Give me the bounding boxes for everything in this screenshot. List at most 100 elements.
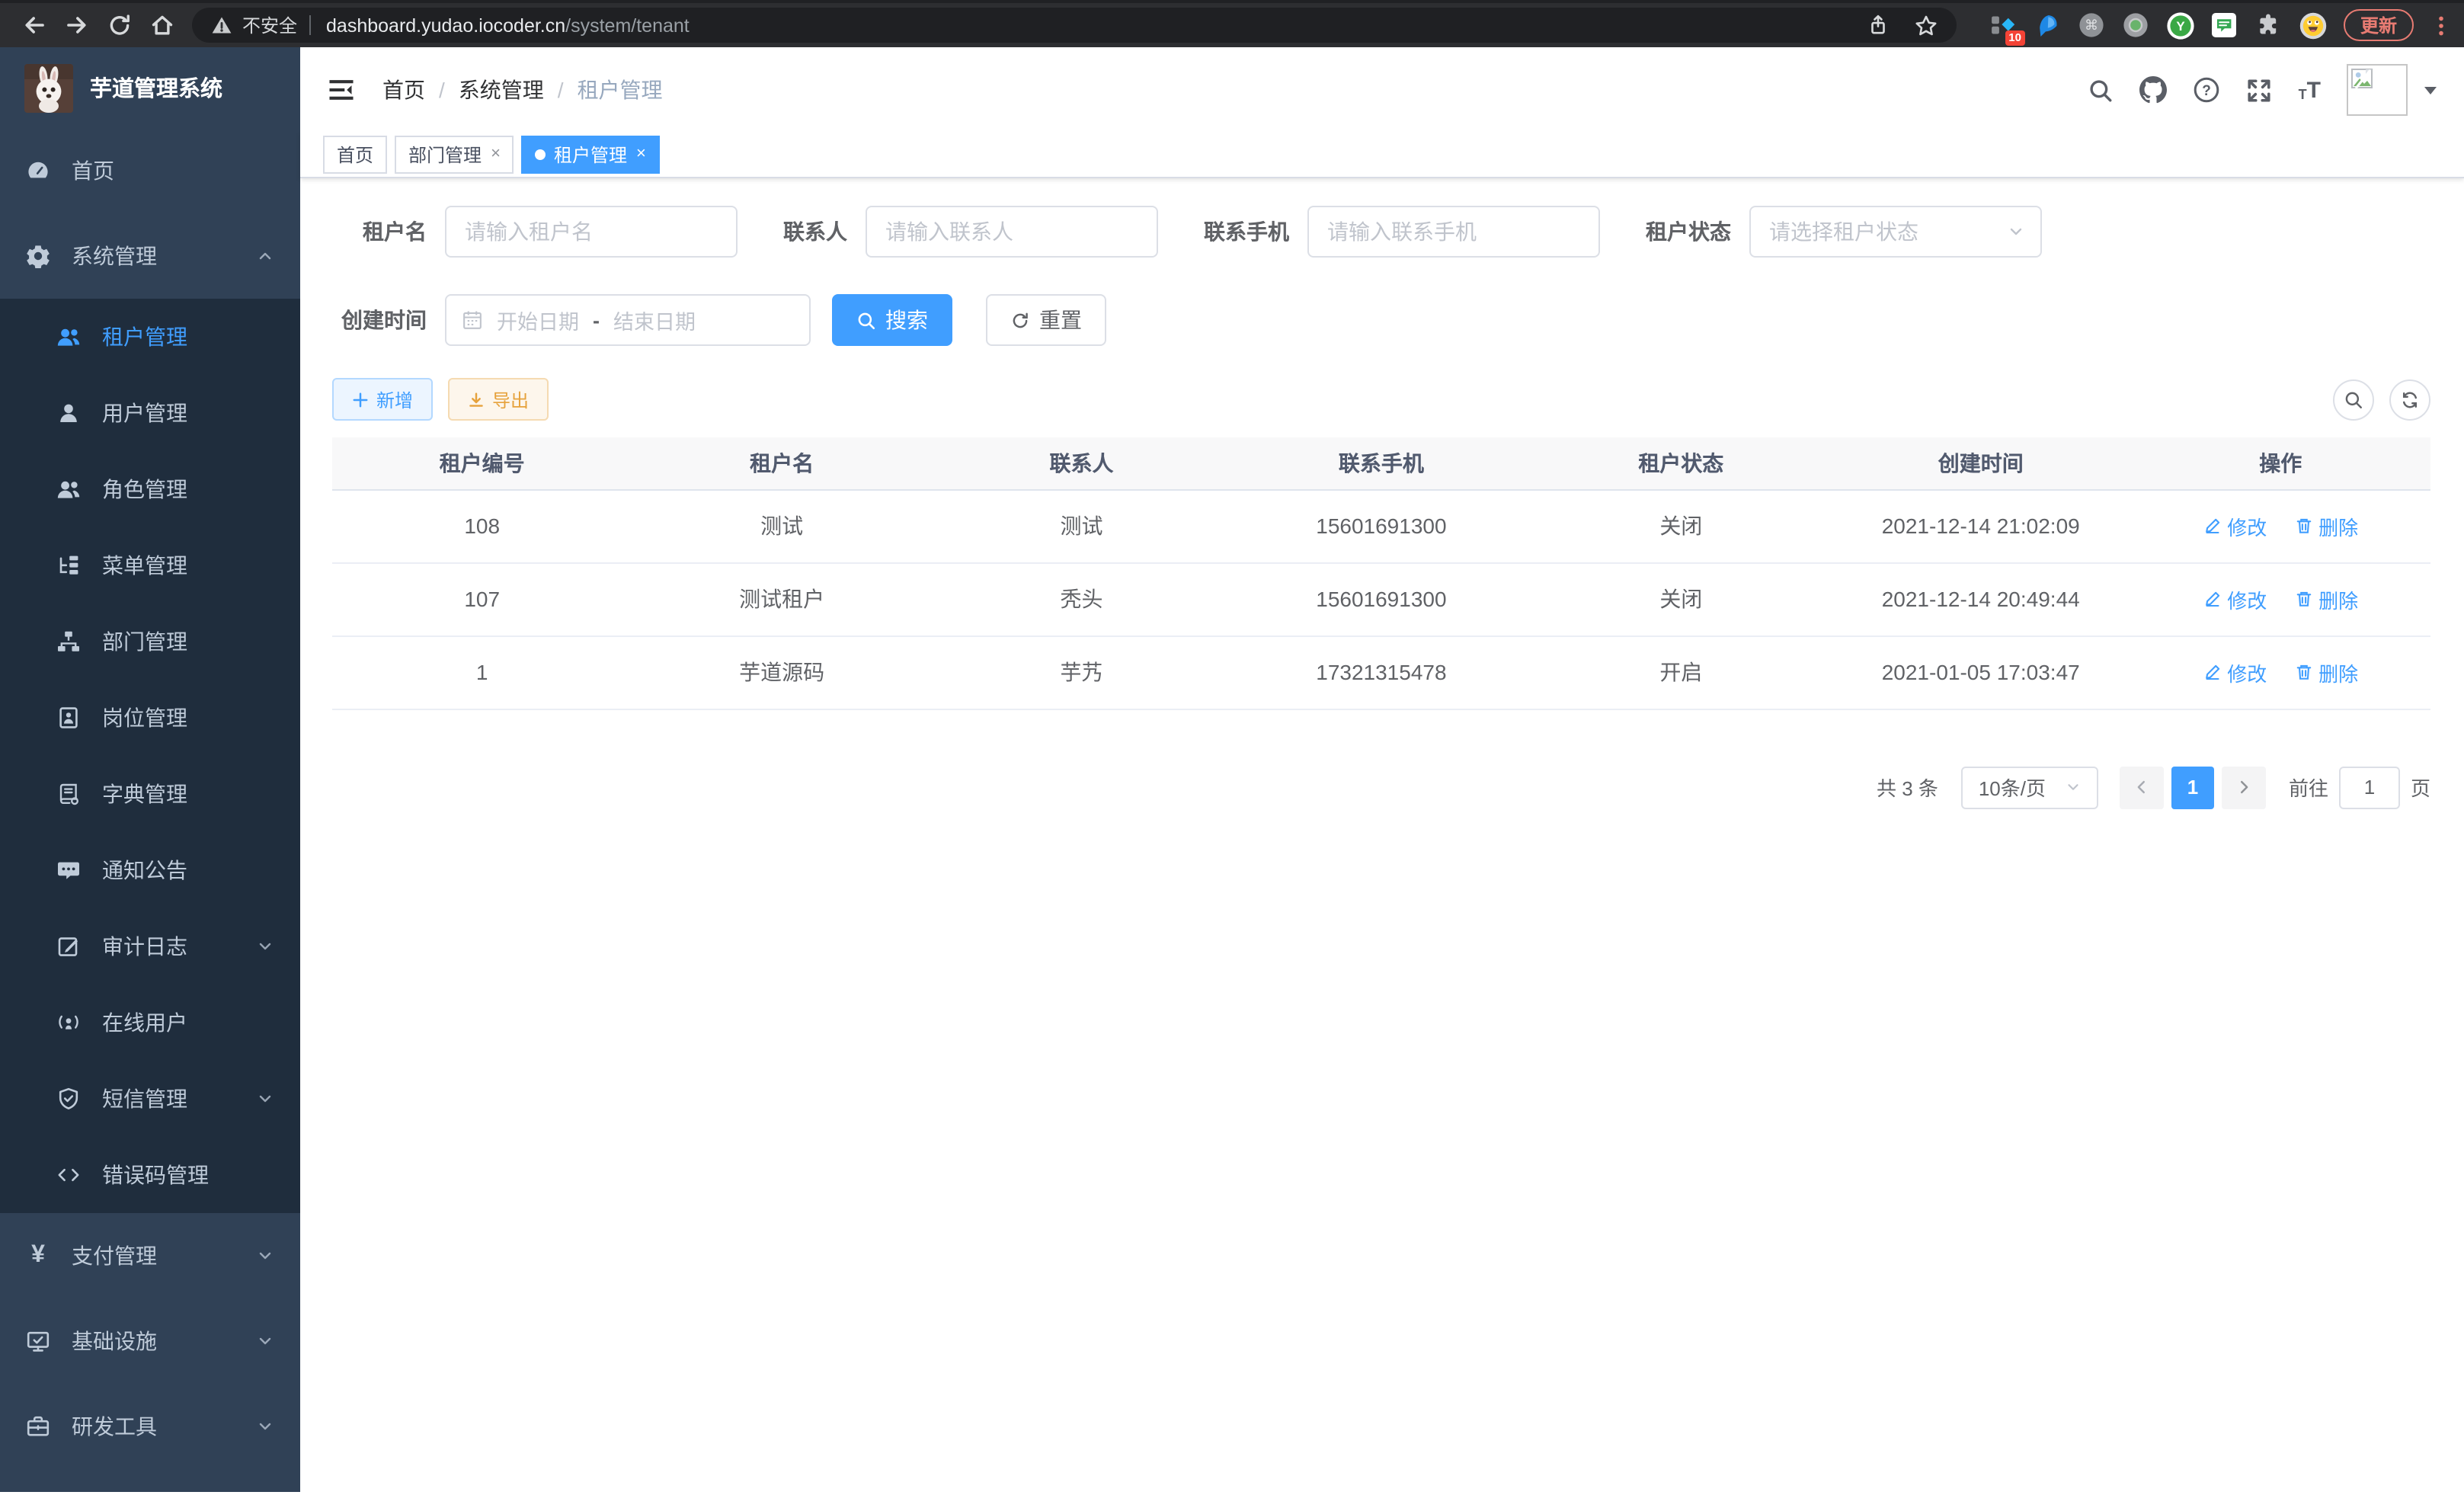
search-icon bbox=[2344, 389, 2363, 409]
sidebar-item-pay[interactable]: ¥ 支付管理 bbox=[0, 1213, 300, 1298]
breadcrumb-separator: / bbox=[558, 78, 564, 102]
star-icon[interactable] bbox=[1914, 13, 1938, 37]
reload-icon[interactable] bbox=[101, 7, 137, 43]
share-icon[interactable] bbox=[1867, 14, 1890, 37]
security-label[interactable]: 不安全 bbox=[242, 12, 297, 38]
page-size-select[interactable]: 10条/页 bbox=[1961, 766, 2098, 808]
edit-link[interactable]: 修改 bbox=[2203, 584, 2267, 613]
kite-extension-icon[interactable] bbox=[2034, 11, 2062, 39]
caret-down-icon[interactable] bbox=[2424, 86, 2437, 94]
filter-mobile: 联系手机 bbox=[1204, 206, 1600, 258]
sidebar-item-dict[interactable]: 字典管理 bbox=[0, 756, 300, 832]
date-end-placeholder[interactable]: 结束日期 bbox=[613, 305, 696, 335]
chat-extension-icon[interactable] bbox=[2211, 11, 2238, 39]
status-select[interactable]: 请选择租户状态 bbox=[1749, 206, 2042, 258]
delete-link[interactable]: 删除 bbox=[2294, 584, 2358, 613]
tenant-name-input[interactable] bbox=[445, 206, 738, 258]
sidebar-item-label: 首页 bbox=[72, 155, 114, 186]
security-warning-icon[interactable] bbox=[210, 14, 233, 37]
back-icon[interactable] bbox=[15, 7, 52, 43]
update-button[interactable]: 更新 bbox=[2344, 9, 2414, 41]
prev-page-button[interactable] bbox=[2120, 766, 2164, 808]
reset-button[interactable]: 重置 bbox=[986, 294, 1106, 346]
tab-home[interactable]: 首页 bbox=[323, 136, 387, 174]
cell-created: 2021-12-14 20:49:44 bbox=[1831, 562, 2130, 635]
fullscreen-icon[interactable] bbox=[2247, 77, 2273, 103]
id-badge-icon bbox=[56, 706, 81, 730]
sidebar-item-notice[interactable]: 通知公告 bbox=[0, 832, 300, 908]
columns-diamond-extension-icon[interactable]: 10 bbox=[1990, 11, 2018, 39]
url-text[interactable]: dashboard.yudao.iocoder.cn/system/tenant bbox=[326, 14, 690, 36]
cell-contact: 秃头 bbox=[932, 562, 1231, 635]
cell-mobile: 15601691300 bbox=[1231, 562, 1531, 635]
sidebar-item-error-code[interactable]: 错误码管理 bbox=[0, 1137, 300, 1213]
sidebar-item-tenant[interactable]: 租户管理 bbox=[0, 299, 300, 375]
sidebar-item-dev-tools[interactable]: 研发工具 bbox=[0, 1384, 300, 1469]
close-icon[interactable]: × bbox=[491, 146, 501, 163]
kebab-menu-icon[interactable] bbox=[2430, 13, 2452, 37]
show-search-button[interactable] bbox=[2333, 379, 2374, 420]
sidebar-item-infra[interactable]: 基础设施 bbox=[0, 1298, 300, 1384]
cell-id: 107 bbox=[332, 562, 632, 635]
help-icon[interactable]: ? bbox=[2194, 76, 2221, 104]
contact-input[interactable] bbox=[866, 206, 1158, 258]
breadcrumb-current: 租户管理 bbox=[578, 75, 663, 105]
search-button[interactable]: 搜索 bbox=[832, 294, 952, 346]
font-size-icon[interactable]: TT bbox=[2299, 78, 2321, 101]
tab-dept[interactable]: 部门管理 × bbox=[395, 136, 514, 174]
avatar[interactable] bbox=[2347, 64, 2408, 116]
refresh-icon bbox=[1010, 310, 1030, 330]
emoji-extension-icon[interactable] bbox=[2299, 11, 2327, 39]
col-tenant-id: 租户编号 bbox=[332, 437, 632, 489]
edit-link[interactable]: 修改 bbox=[2203, 511, 2267, 540]
filter-created: 创建时间 开始日期 - 结束日期 bbox=[332, 294, 811, 346]
page-1-button[interactable]: 1 bbox=[2171, 766, 2214, 808]
cell-mobile: 17321315478 bbox=[1231, 635, 1531, 709]
home-icon[interactable] bbox=[143, 7, 180, 43]
sidebar-item-role[interactable]: 角色管理 bbox=[0, 451, 300, 527]
address-bar[interactable]: 不安全 dashboard.yudao.iocoder.cn/system/te… bbox=[192, 8, 1957, 43]
breadcrumb-system[interactable]: 系统管理 bbox=[459, 75, 544, 105]
mobile-input[interactable] bbox=[1307, 206, 1600, 258]
command-extension-icon[interactable]: ⌘ bbox=[2078, 11, 2106, 39]
sidebar-item-sms[interactable]: 短信管理 bbox=[0, 1061, 300, 1137]
close-icon[interactable]: × bbox=[636, 146, 646, 163]
delete-link[interactable]: 删除 bbox=[2294, 511, 2358, 540]
logo[interactable]: 芋道管理系统 bbox=[0, 47, 300, 128]
cell-created: 2021-01-05 17:03:47 bbox=[1831, 635, 2130, 709]
breadcrumb-home[interactable]: 首页 bbox=[382, 75, 425, 105]
date-range-picker[interactable]: 开始日期 - 结束日期 bbox=[445, 294, 811, 346]
sidebar-item-label: 岗位管理 bbox=[102, 703, 187, 733]
sidebar-item-post[interactable]: 岗位管理 bbox=[0, 680, 300, 756]
sidebar-item-home[interactable]: 首页 bbox=[0, 128, 300, 213]
puzzle-extension-icon[interactable] bbox=[2255, 11, 2283, 39]
sidebar-item-dept[interactable]: 部门管理 bbox=[0, 603, 300, 680]
page-content: 租户名 联系人 联系手机 租户状态 请选择租户状态 bbox=[300, 178, 2464, 1492]
y-circle-extension-icon[interactable]: Y bbox=[2167, 11, 2194, 39]
cell-id: 1 bbox=[332, 635, 632, 709]
sidebar-fold-icon[interactable] bbox=[323, 72, 360, 108]
sidebar-item-label: 基础设施 bbox=[72, 1326, 157, 1356]
forward-icon[interactable] bbox=[58, 7, 94, 43]
sidebar-item-label: 系统管理 bbox=[72, 241, 157, 271]
tab-tenant[interactable]: 租户管理 × bbox=[522, 136, 660, 174]
sidebar-item-audit-log[interactable]: 审计日志 bbox=[0, 908, 300, 984]
tags-view: 首页 部门管理 × 租户管理 × bbox=[300, 133, 2464, 178]
search-icon[interactable] bbox=[2088, 77, 2114, 103]
sidebar-item-online-user[interactable]: 在线用户 bbox=[0, 984, 300, 1061]
delete-link[interactable]: 删除 bbox=[2294, 658, 2358, 687]
add-button[interactable]: 新增 bbox=[332, 378, 433, 421]
github-icon[interactable] bbox=[2140, 76, 2168, 104]
refresh-button[interactable] bbox=[2389, 379, 2430, 420]
date-start-placeholder[interactable]: 开始日期 bbox=[497, 305, 579, 335]
chevron-down-icon bbox=[2007, 222, 2025, 241]
sidebar-item-system[interactable]: 系统管理 bbox=[0, 213, 300, 299]
sidebar-item-menu[interactable]: 菜单管理 bbox=[0, 527, 300, 603]
goto-page-input[interactable] bbox=[2339, 766, 2400, 808]
export-button[interactable]: 导出 bbox=[448, 378, 549, 421]
edit-link[interactable]: 修改 bbox=[2203, 658, 2267, 687]
sidebar-item-label: 租户管理 bbox=[102, 322, 187, 352]
next-page-button[interactable] bbox=[2222, 766, 2266, 808]
green-dot-extension-icon[interactable] bbox=[2123, 11, 2150, 39]
sidebar-item-user[interactable]: 用户管理 bbox=[0, 375, 300, 451]
